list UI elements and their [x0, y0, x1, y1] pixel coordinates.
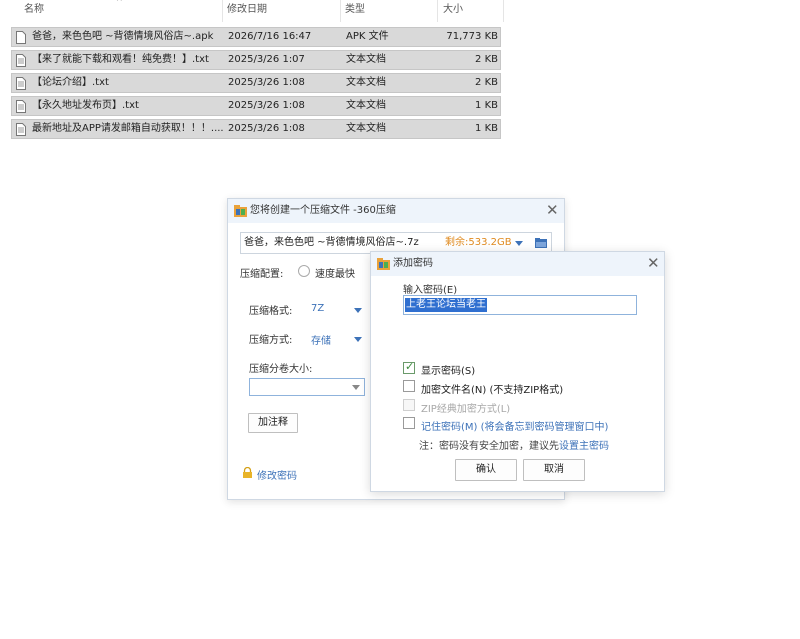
- volume-size-label: 压缩分卷大小:: [249, 364, 313, 375]
- file-name: 【来了就能下载和观看！纯免费！】.txt: [32, 54, 209, 65]
- security-note: 注：密码没有安全加密，建议先: [419, 441, 559, 452]
- remember-password-checkbox[interactable]: [403, 417, 415, 429]
- set-master-password-link[interactable]: 设置主密码: [559, 437, 609, 452]
- ok-button[interactable]: 确认: [455, 459, 517, 481]
- text-file-icon: [16, 54, 26, 67]
- format-dropdown-icon[interactable]: [354, 308, 362, 313]
- file-date: 2025/3/26 1:08: [228, 100, 305, 111]
- file-row[interactable]: 爸爸，来色色吧 ~背德情境风俗店~.apk 2026/7/16 16:47 APK …: [11, 27, 501, 47]
- 360zip-app-icon: [377, 258, 390, 270]
- 360zip-app-icon: [234, 205, 247, 217]
- file-type: 文本文档: [346, 77, 386, 88]
- text-file-icon: [16, 123, 26, 136]
- file-row[interactable]: 【论坛介绍】.txt 2025/3/26 1:08 文本文档 2 KB: [11, 73, 501, 93]
- method-select[interactable]: 存储: [311, 332, 331, 347]
- zip-classic-label: ZIP经典加密方式(L): [421, 404, 511, 415]
- file-list: ^ 名称 修改日期 类型 大小 爸爸，来色色吧 ~背德情境风俗店~.apk 202…: [0, 0, 505, 140]
- zip-classic-checkbox: [403, 399, 415, 411]
- folder-icon[interactable]: [535, 238, 547, 248]
- show-password-label[interactable]: 显示密码(S): [421, 362, 475, 377]
- file-size: 1 KB: [475, 100, 498, 111]
- file-type: 文本文档: [346, 100, 386, 111]
- file-size: 2 KB: [475, 54, 498, 65]
- file-type: 文本文档: [346, 54, 386, 65]
- dialog-title: 您将创建一个压缩文件 -360压缩: [250, 205, 396, 216]
- file-type: 文本文档: [346, 123, 386, 134]
- volume-dropdown-icon[interactable]: [352, 385, 360, 390]
- column-header-type[interactable]: 类型: [345, 0, 365, 22]
- file-date: 2025/3/26 1:07: [228, 54, 305, 65]
- password-input-label: 输入密码(E): [403, 285, 458, 296]
- column-header-date[interactable]: 修改日期: [227, 0, 267, 22]
- archive-filename: 爸爸，来色色吧 ~背德情境风俗店~.7z: [244, 237, 419, 248]
- volume-size-combobox[interactable]: [249, 378, 365, 396]
- file-row[interactable]: 最新地址及APP请发邮箱自动获取！！！.... 2025/3/26 1:08 文本文…: [11, 119, 501, 139]
- file-size: 71,773 KB: [446, 31, 498, 42]
- dialog-title-bar[interactable]: 您将创建一个压缩文件 -360压缩 ✕: [228, 199, 564, 223]
- checkmark-icon: ✓: [405, 360, 415, 373]
- remember-password-label[interactable]: 记住密码(M) (将会备忘到密码管理窗口中): [421, 418, 608, 433]
- file-name: 最新地址及APP请发邮箱自动获取！！！....: [32, 123, 224, 134]
- encrypt-filenames-checkbox[interactable]: [403, 380, 415, 392]
- format-select[interactable]: 7Z: [311, 303, 324, 314]
- file-name: 爸爸，来色色吧 ~背德情境风俗店~.apk: [32, 31, 214, 42]
- method-label: 压缩方式:: [249, 335, 293, 346]
- file-size: 2 KB: [475, 77, 498, 88]
- password-input[interactable]: 上老王论坛当老王: [403, 295, 637, 315]
- password-dialog-title-bar[interactable]: 添加密码 ✕: [371, 252, 664, 276]
- file-size: 1 KB: [475, 123, 498, 134]
- close-icon[interactable]: ✕: [546, 203, 559, 218]
- apk-file-icon: [16, 31, 26, 44]
- file-date: 2025/3/26 1:08: [228, 77, 305, 88]
- column-header-size[interactable]: 大小: [443, 0, 463, 22]
- file-type: APK 文件: [346, 31, 389, 42]
- file-date: 2026/7/16 16:47: [228, 31, 312, 42]
- free-space-label: 剩余:533.2GB: [445, 237, 512, 248]
- cancel-button[interactable]: 取消: [523, 459, 585, 481]
- format-label: 压缩格式:: [249, 306, 293, 317]
- speed-fastest-label[interactable]: 速度最快: [315, 265, 355, 280]
- speed-fastest-radio[interactable]: [298, 265, 310, 277]
- compression-config-label: 压缩配置:: [240, 269, 284, 280]
- file-row[interactable]: 【来了就能下载和观看！纯免费！】.txt 2025/3/26 1:07 文本文档 2 …: [11, 50, 501, 70]
- add-comment-button[interactable]: 加注释: [248, 413, 298, 433]
- file-name: 【论坛介绍】.txt: [32, 77, 109, 88]
- file-date: 2025/3/26 1:08: [228, 123, 305, 134]
- text-file-icon: [16, 100, 26, 113]
- password-value: 上老王论坛当老王: [405, 298, 487, 312]
- encrypt-filenames-label[interactable]: 加密文件名(N) (不支持ZIP格式): [421, 381, 563, 396]
- file-row[interactable]: 【永久地址发布页】.txt 2025/3/26 1:08 文本文档 1 KB: [11, 96, 501, 116]
- text-file-icon: [16, 77, 26, 90]
- chevron-down-icon[interactable]: [515, 241, 523, 246]
- method-dropdown-icon[interactable]: [354, 337, 362, 342]
- show-password-checkbox[interactable]: ✓: [403, 360, 415, 374]
- file-name: 【永久地址发布页】.txt: [32, 100, 139, 111]
- lock-icon: [243, 467, 252, 478]
- close-icon[interactable]: ✕: [647, 256, 660, 271]
- sort-ascending-icon: ^: [116, 0, 123, 6]
- password-dialog-title: 添加密码: [393, 258, 433, 269]
- add-password-dialog: 添加密码 ✕ 输入密码(E) 上老王论坛当老王 ✓ 显示密码(S) 加密文件名(…: [370, 251, 665, 492]
- column-header-name[interactable]: 名称: [24, 0, 44, 22]
- change-password-link[interactable]: 修改密码: [257, 467, 297, 482]
